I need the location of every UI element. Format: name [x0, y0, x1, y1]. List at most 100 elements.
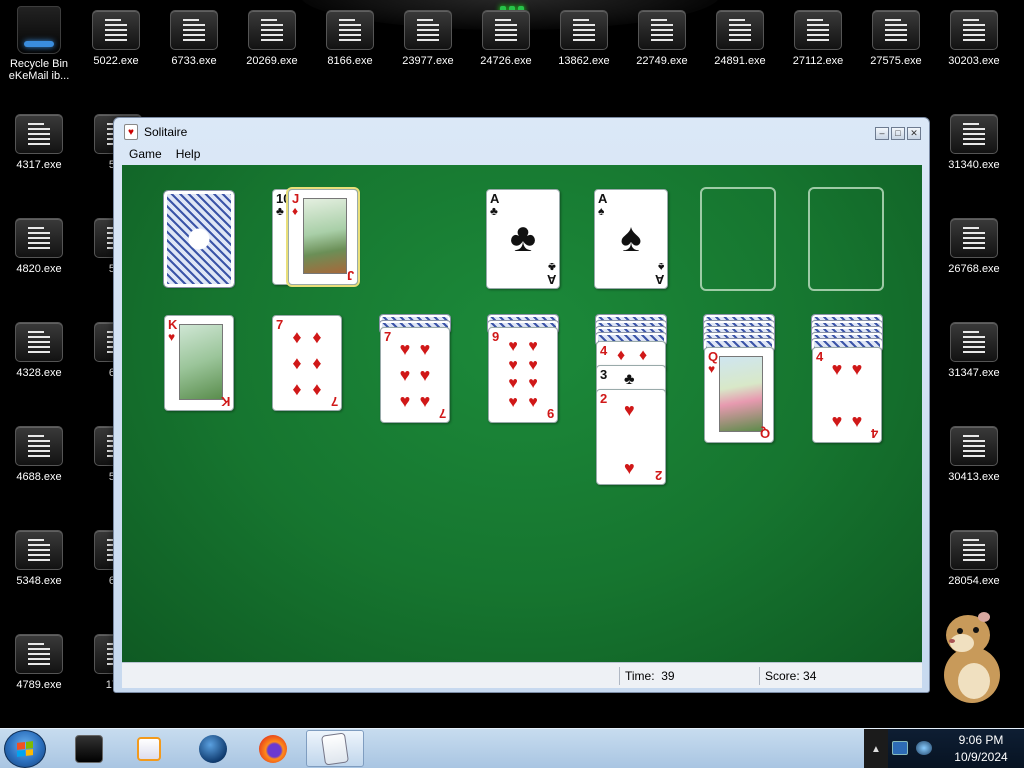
maximize-button[interactable]: □	[891, 127, 905, 140]
solitaire-icon	[321, 731, 349, 766]
menu-bar: Game Help	[114, 146, 929, 164]
desktop-icon-label: 6733.exe	[171, 55, 217, 67]
desktop-icon-label: 5022.exe	[93, 55, 139, 67]
taskbar-app-2[interactable]	[120, 730, 178, 767]
exe-file-icon	[950, 530, 998, 570]
desktop-icon-recycle-bin[interactable]: Recycle Bin eKeMail ib...	[1, 0, 77, 84]
tableau-7-card[interactable]: 4 ♥ ♥ ♥ ♥ 4	[812, 347, 882, 443]
black-box-icon	[75, 734, 103, 763]
start-button[interactable]	[4, 730, 46, 768]
taskbar: ▲	[0, 728, 1024, 768]
exe-file-icon	[15, 634, 63, 674]
show-hidden-icons-button[interactable]: ▲	[864, 729, 888, 768]
menu-help[interactable]: Help	[169, 146, 208, 164]
tableau-3-card[interactable]: 7 ♥ ♥ ♥ ♥ ♥ ♥ 7	[380, 327, 450, 423]
desktop-icon-5348-exe[interactable]: 5348.exe	[1, 520, 77, 604]
desktop-icon-24726-exe[interactable]: 24726.exe	[468, 0, 544, 84]
desktop-icon-30413-exe[interactable]: 30413.exe	[936, 416, 1012, 500]
clock-date[interactable]: 10/9/2024	[945, 750, 1017, 764]
desktop-icon-label: 4317.exe	[16, 159, 62, 171]
tableau-4-card[interactable]: 9 ♥ ♥ ♥ ♥ ♥ ♥ ♥ ♥ 9	[488, 327, 558, 423]
desktop-icon-label: 31347.exe	[948, 367, 1000, 379]
desktop-icon-8166-exe[interactable]: 8166.exe	[312, 0, 388, 84]
tableau-5-card[interactable]: 2 ♥ ♥ 2	[596, 389, 666, 485]
desktop-icon-label: 30203.exe	[948, 55, 1000, 67]
taskbar-app-1[interactable]	[60, 730, 118, 767]
desktop-icon-28054-exe[interactable]: 28054.exe	[936, 520, 1012, 604]
exe-file-icon	[15, 530, 63, 570]
globe-icon	[199, 734, 227, 763]
tableau-2-card[interactable]: 7 ♦ ♦ ♦ ♦ ♦ ♦ 7	[272, 315, 342, 411]
desktop-icon-label: 24891.exe	[714, 55, 766, 67]
desktop-icon-4820-exe[interactable]: 4820.exe	[1, 208, 77, 292]
desktop-icon-30203-exe[interactable]: 30203.exe	[936, 0, 1012, 84]
title-bar[interactable]: ♥ Solitaire ‒ □ ✕	[114, 118, 929, 146]
desktop-icon-22749-exe[interactable]: 22749.exe	[624, 0, 700, 84]
desktop-icon-label: 4789.exe	[16, 679, 62, 691]
desktop-icon-label: 4688.exe	[16, 471, 62, 483]
close-button[interactable]: ✕	[907, 127, 921, 140]
foundation-1[interactable]: A ♣ ♣ A ♣	[486, 189, 560, 289]
hamster-pet-icon[interactable]	[940, 605, 1004, 705]
exe-file-icon	[950, 426, 998, 466]
taskbar-app-firefox[interactable]	[244, 730, 302, 767]
desktop-icon-4328-exe[interactable]: 4328.exe	[1, 312, 77, 396]
exe-file-icon	[872, 10, 920, 50]
minimize-button[interactable]: ‒	[875, 127, 889, 140]
desktop-icon-4317-exe[interactable]: 4317.exe	[1, 104, 77, 188]
foundation-3-empty[interactable]	[700, 187, 776, 291]
desktop-icon-23977-exe[interactable]: 23977.exe	[390, 0, 466, 84]
desktop-icon-6733-exe[interactable]: 6733.exe	[156, 0, 232, 84]
exe-file-icon	[482, 10, 530, 50]
desktop-icon-26768-exe[interactable]: 26768.exe	[936, 208, 1012, 292]
firefox-icon	[259, 734, 287, 763]
taskbar-app-solitaire[interactable]	[306, 730, 364, 767]
exe-file-icon	[170, 10, 218, 50]
network-icon[interactable]	[916, 741, 932, 755]
exe-file-icon	[326, 10, 374, 50]
desktop-icon-31340-exe[interactable]: 31340.exe	[936, 104, 1012, 188]
status-bar: Time: 39 Score: 34	[122, 662, 922, 688]
solitaire-window[interactable]: ♥ Solitaire ‒ □ ✕ Game Help 10 ♣ J ♦ J A…	[113, 117, 930, 693]
desktop-icon-4688-exe[interactable]: 4688.exe	[1, 416, 77, 500]
desktop-icon-label: 4820.exe	[16, 263, 62, 275]
taskbar-app-3[interactable]	[184, 730, 242, 767]
foundation-2[interactable]: A ♠ ♠ A ♠	[594, 189, 668, 289]
desktop-icon-27112-exe[interactable]: 27112.exe	[780, 0, 856, 84]
exe-file-icon	[15, 426, 63, 466]
desktop-icon-5022-exe[interactable]: 5022.exe	[78, 0, 154, 84]
exe-file-icon	[950, 218, 998, 258]
clock-time[interactable]: 9:06 PM	[951, 733, 1011, 747]
waste-card-top[interactable]: J ♦ J	[286, 187, 360, 287]
menu-game[interactable]: Game	[122, 146, 169, 164]
desktop-icon-24891-exe[interactable]: 24891.exe	[702, 0, 778, 84]
exe-file-icon	[560, 10, 608, 50]
tableau-1-card[interactable]: K ♥ K	[164, 315, 234, 411]
exe-file-icon	[950, 322, 998, 362]
score-display: Score: 34	[765, 669, 817, 683]
queen-artwork	[719, 356, 763, 432]
foundation-4-empty[interactable]	[808, 187, 884, 291]
desktop-icon-31347-exe[interactable]: 31347.exe	[936, 312, 1012, 396]
desktop-icon-20269-exe[interactable]: 20269.exe	[234, 0, 310, 84]
desktop-icon-label: 27575.exe	[870, 55, 922, 67]
display-icon[interactable]	[892, 741, 908, 755]
exe-file-icon	[15, 114, 63, 154]
desktop-icon-27575-exe[interactable]: 27575.exe	[858, 0, 934, 84]
recycle-bin-icon	[17, 6, 61, 54]
desktop-icon-4789-exe[interactable]: 4789.exe	[1, 624, 77, 708]
desktop-icon-label: 23977.exe	[402, 55, 454, 67]
desktop-icon-label: 27112.exe	[792, 55, 844, 67]
desktop-icon-label: 24726.exe	[480, 55, 532, 67]
solitaire-app-icon: ♥	[124, 124, 138, 140]
windows-logo-icon	[17, 741, 33, 757]
stock-pile[interactable]	[163, 190, 235, 288]
exe-file-icon	[950, 10, 998, 50]
game-table[interactable]: 10 ♣ J ♦ J A ♣ ♣ A ♣ A ♠ ♠ A ♠ K ♥ K 7 ♦…	[122, 165, 922, 662]
exe-file-icon	[92, 10, 140, 50]
desktop-icon-13862-exe[interactable]: 13862.exe	[546, 0, 622, 84]
tableau-6-card[interactable]: Q ♥ Q	[704, 347, 774, 443]
media-player-icon	[137, 736, 161, 761]
desktop-icon-label: 22749.exe	[636, 55, 688, 67]
exe-file-icon	[716, 10, 764, 50]
